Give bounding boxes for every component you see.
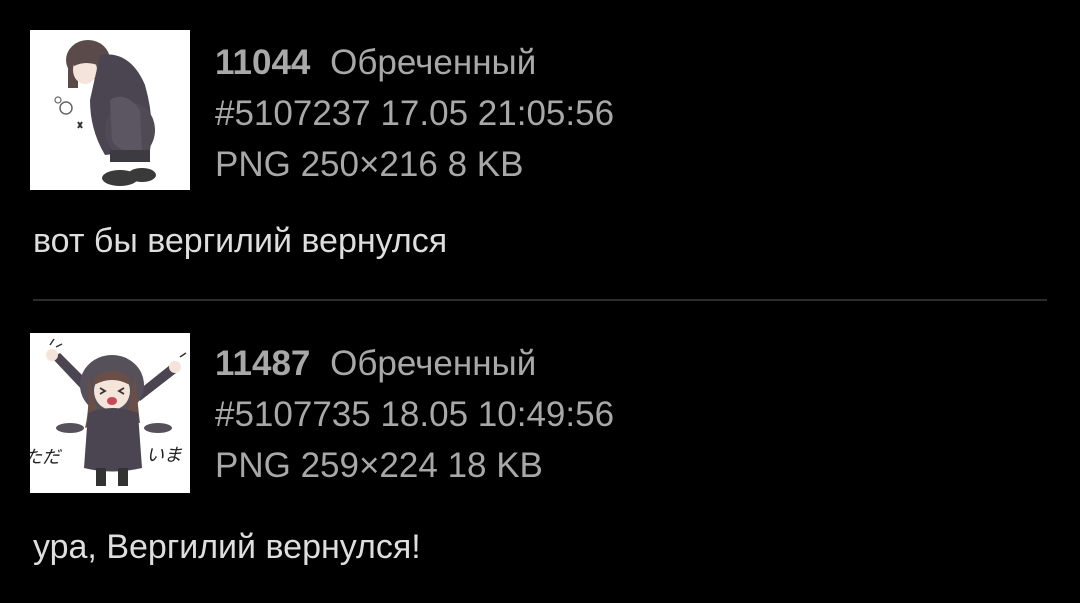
post-number[interactable]: 11044: [215, 43, 310, 82]
file-size: 8 KB: [447, 145, 524, 184]
post-time: 10:49:56: [477, 395, 615, 434]
file-info-line: PNG 259×224 18 KB: [215, 440, 614, 491]
author-name: Обреченный: [330, 43, 537, 82]
post-id[interactable]: #5107237: [215, 94, 371, 133]
file-format: PNG: [215, 145, 291, 184]
post-thumbnail-image[interactable]: [30, 30, 190, 190]
file-format: PNG: [215, 446, 291, 485]
post-meta: 11044 Обреченный #5107237 17.05 21:05:56…: [215, 37, 614, 190]
post-id-line: #5107735 18.05 10:49:56: [215, 389, 614, 440]
file-size: 18 KB: [447, 446, 543, 485]
post: ただ いま 11487 Обреченный #5107735 18.05 10…: [0, 301, 1080, 603]
post-thumbnail-image[interactable]: ただ いま: [24, 333, 190, 493]
happy-girl-sticker-image: ただ いま: [24, 333, 190, 493]
thumb-caption-left: ただ: [30, 447, 62, 468]
post-number[interactable]: 11487: [215, 344, 310, 383]
post-date: 17.05: [380, 94, 469, 133]
post-comment: вот бы вергилий вернулся: [33, 222, 448, 260]
post-id[interactable]: #5107735: [215, 395, 371, 434]
author-name: Обреченный: [330, 344, 537, 383]
post-comment: ура, Вергилий вернулся!: [33, 528, 421, 566]
post-time: 21:05:56: [477, 94, 615, 133]
thumb-caption-right: いま: [146, 445, 183, 466]
post-id-line: #5107237 17.05 21:05:56: [215, 88, 614, 139]
file-dimensions: 250×216: [300, 145, 438, 184]
post-date: 18.05: [380, 395, 469, 434]
post-header-line: 11044 Обреченный: [215, 37, 614, 88]
file-dimensions: 259×224: [300, 446, 438, 485]
post: 11044 Обреченный #5107237 17.05 21:05:56…: [0, 0, 1080, 300]
post-meta: 11487 Обреченный #5107735 18.05 10:49:56…: [215, 338, 614, 491]
file-info-line: PNG 250×216 8 KB: [215, 139, 614, 190]
post-header-line: 11487 Обреченный: [215, 338, 614, 389]
sad-girl-sticker-image: [30, 30, 190, 190]
